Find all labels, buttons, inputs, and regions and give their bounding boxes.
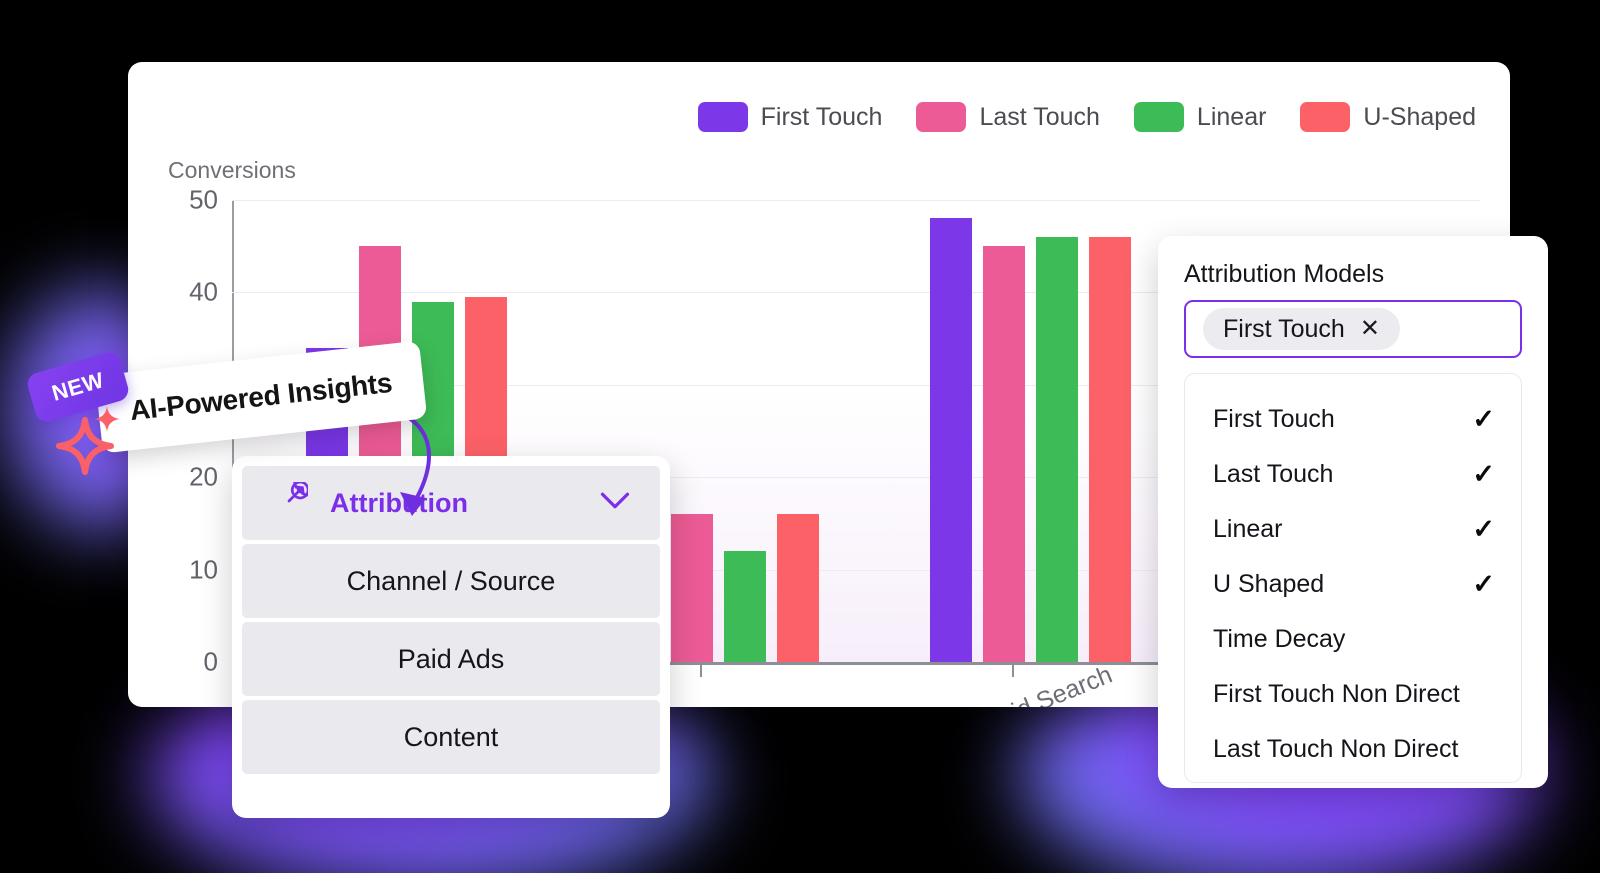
attribution-menu-item[interactable]: Content [242, 700, 660, 774]
attribution-model-label: First Touch Non Direct [1213, 680, 1460, 708]
legend-item[interactable]: Last Touch [916, 102, 1100, 132]
selected-model-token[interactable]: First Touch ✕ [1203, 308, 1400, 350]
bar[interactable] [723, 551, 766, 662]
legend-swatch [916, 102, 967, 132]
bar[interactable] [982, 246, 1025, 662]
legend-item[interactable]: Linear [1133, 102, 1267, 132]
check-icon: ✓ [1472, 569, 1495, 599]
attribution-models-title: Attribution Models [1184, 260, 1385, 288]
attribution-model-label: Last Touch [1213, 460, 1334, 488]
attribution-model-label: First Touch [1213, 405, 1335, 433]
legend-label: Linear [1196, 102, 1267, 131]
attribution-model-option[interactable]: First Touch Non Direct [1185, 667, 1521, 722]
bar[interactable] [1035, 236, 1078, 662]
attribution-menu-header-label: Attribution [330, 487, 468, 518]
attribution-model-option[interactable]: Linear ✓ [1185, 502, 1521, 557]
bar[interactable] [670, 514, 713, 662]
selected-model-label: First Touch [1223, 314, 1345, 343]
attribution-menu-item-label: Paid Ads [397, 643, 505, 674]
attribution-menu-item-label: Channel / Source [346, 565, 556, 596]
attribution-model-label: Time Decay [1213, 625, 1346, 653]
attribution-menu-header[interactable]: Attribution [242, 464, 660, 540]
check-icon: ✓ [1472, 514, 1495, 544]
y-axis-tick-label: 0 [203, 646, 218, 677]
attribution-models-list: First Touch ✓ Last Touch ✓ Linear ✓ U Shaped ✓ T… [1184, 373, 1522, 783]
legend-label: Last Touch [979, 102, 1100, 131]
attribution-model-option[interactable]: First Touch ✓ [1185, 392, 1521, 447]
attribution-model-option[interactable]: Last Touch ✓ [1185, 447, 1521, 502]
y-axis-title: Conversions [168, 157, 296, 183]
attribution-model-option[interactable]: Time Decay [1185, 612, 1521, 667]
attribution-menu-item[interactable]: Paid Ads [242, 622, 660, 696]
y-axis-tick-label: 40 [189, 276, 218, 307]
attribution-model-option[interactable]: U Shaped ✓ [1185, 557, 1521, 612]
attribution-models-input[interactable]: First Touch ✕ [1184, 300, 1522, 358]
bar[interactable] [776, 514, 819, 662]
attribution-models-panel: Attribution Models First Touch ✕ First T… [1158, 236, 1548, 788]
x-axis-tick-mark [700, 665, 702, 677]
bar[interactable] [1088, 236, 1131, 662]
chevron-down-icon[interactable] [600, 491, 630, 516]
screenshot-stage: First Touch Last Touch Linear U-Shaped Conv… [0, 0, 1600, 873]
gridline [232, 200, 1480, 201]
legend-item[interactable]: U-Shaped [1300, 102, 1476, 132]
check-icon: ✓ [1472, 459, 1495, 489]
legend-swatch [1133, 102, 1184, 132]
legend-label: U-Shaped [1363, 102, 1476, 131]
x-axis-tick-mark [1012, 665, 1014, 677]
attribution-model-label: Last Touch Non Direct [1213, 735, 1459, 763]
bar[interactable] [929, 218, 972, 662]
x-axis-tick-label: Paid Search [979, 660, 1117, 707]
legend-item[interactable]: First Touch [697, 102, 883, 132]
ai-insights-label: AI-Powered Insights [128, 366, 394, 427]
y-axis-tick-label: 10 [189, 554, 218, 585]
y-axis-tick-label: 20 [189, 461, 218, 492]
chart-legend: First Touch Last Touch Linear U-Shaped [697, 102, 1476, 132]
legend-swatch [1300, 102, 1351, 132]
sparkle-stars-icon [56, 406, 120, 475]
check-icon: ✓ [1472, 404, 1495, 434]
attribution-menu-item-label: Content [403, 721, 499, 752]
attribution-model-option[interactable]: Last Touch Non Direct [1185, 722, 1521, 777]
attribution-model-label: U Shaped [1213, 570, 1325, 598]
attribution-model-label: Linear [1213, 515, 1283, 543]
legend-swatch [697, 102, 748, 132]
attribution-menu-item[interactable]: Channel / Source [242, 544, 660, 618]
legend-label: First Touch [760, 102, 883, 131]
attribution-dropdown-menu: Attribution Channel / Source Paid Ads Cont… [232, 456, 670, 818]
remove-token-icon[interactable]: ✕ [1360, 317, 1380, 341]
target-dart-icon [270, 464, 325, 525]
y-axis-tick-label: 50 [189, 184, 218, 215]
